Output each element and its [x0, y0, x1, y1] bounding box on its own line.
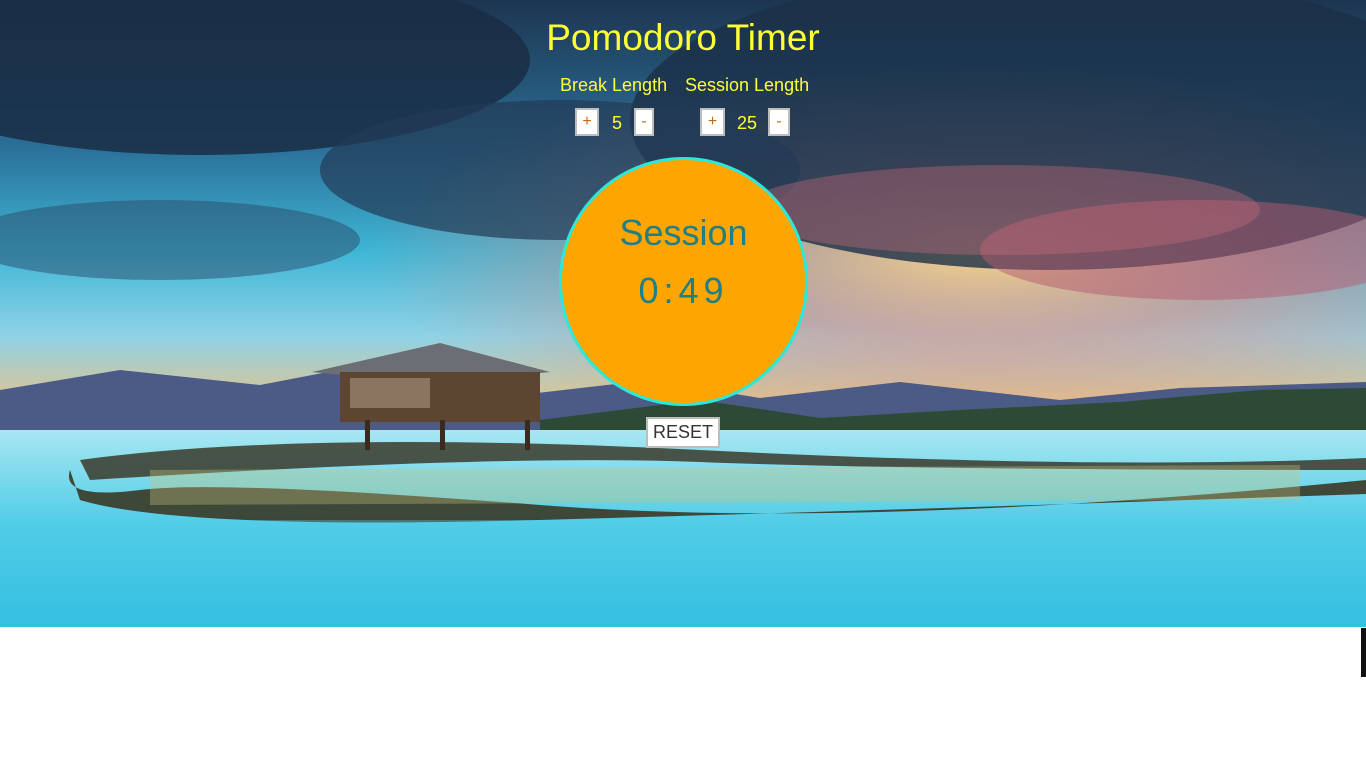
page-title: Pomodoro Timer [546, 17, 820, 58]
break-increment-button[interactable]: + [575, 108, 599, 136]
break-decrement-button[interactable]: - [634, 108, 654, 136]
session-length-label: Session Length [685, 75, 810, 95]
reset-button[interactable]: RESET [646, 417, 720, 448]
session-increment-button[interactable]: + [700, 108, 725, 136]
edge-scroll-bar [1361, 628, 1366, 677]
session-length-value: 25 [736, 113, 758, 133]
timer-clock[interactable]: Session 0:49 [559, 157, 808, 406]
timer-mode-label: Session [619, 212, 748, 253]
timer-time-display: 0:49 [638, 270, 729, 311]
pomodoro-app: Pomodoro Timer Break Length Session Leng… [0, 0, 1366, 627]
session-decrement-button[interactable]: - [768, 108, 790, 136]
break-length-label: Break Length [560, 75, 668, 95]
break-length-value: 5 [611, 113, 622, 133]
